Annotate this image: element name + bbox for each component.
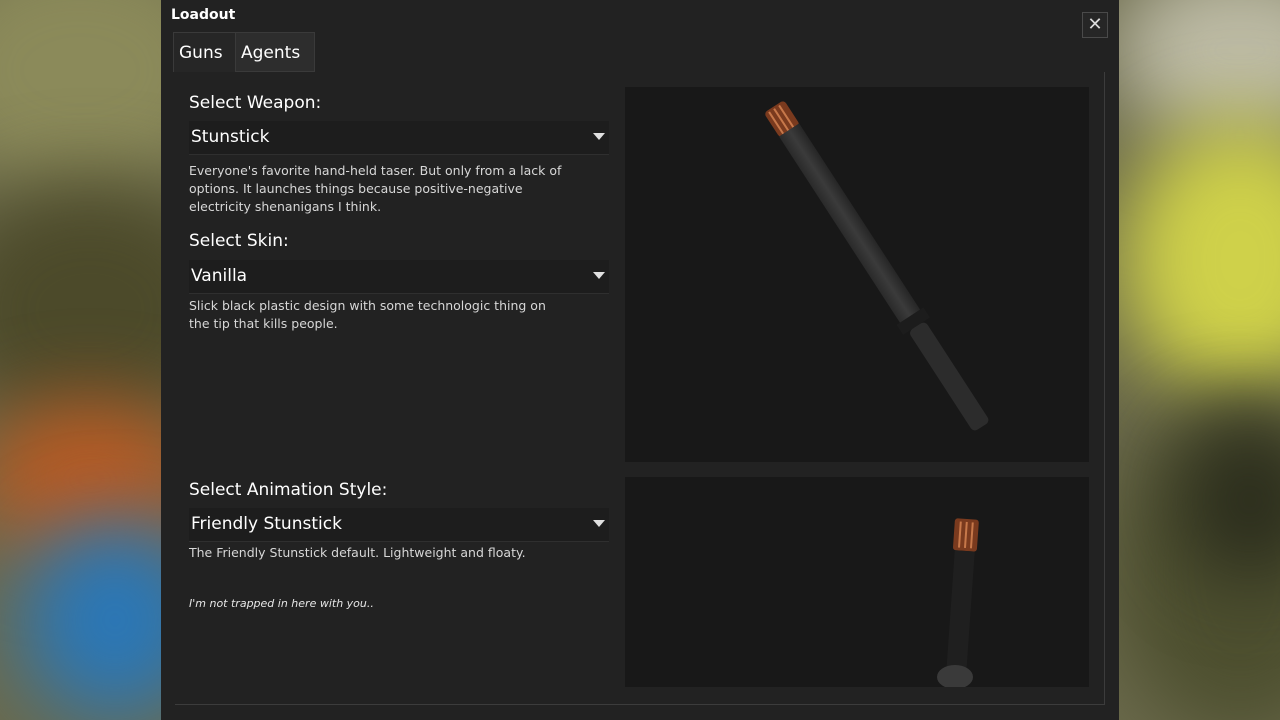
stunstick-model-image bbox=[765, 101, 989, 431]
animation-dropdown[interactable]: Friendly Stunstick bbox=[189, 508, 609, 542]
animation-selected-value: Friendly Stunstick bbox=[191, 514, 342, 534]
weapon-preview bbox=[625, 87, 1089, 462]
animation-description: The Friendly Stunstick default. Lightwei… bbox=[189, 545, 526, 560]
loadout-window: Loadout ✕ Guns Agents Select Weapon: Stu… bbox=[161, 0, 1119, 720]
animation-preview bbox=[625, 477, 1089, 687]
weapon-description: Everyone's favorite hand-held taser. But… bbox=[189, 163, 562, 214]
tab-agents[interactable]: Agents bbox=[236, 32, 315, 72]
animation-label: Select Animation Style: bbox=[189, 480, 388, 500]
weapon-selected-value: Stunstick bbox=[191, 127, 270, 147]
skin-description: Slick black plastic design with some tec… bbox=[189, 298, 546, 331]
window-title: Loadout bbox=[171, 7, 236, 23]
chevron-down-icon bbox=[593, 133, 605, 140]
skin-label: Select Skin: bbox=[189, 231, 289, 251]
flavor-text: I'm not trapped in here with you.. bbox=[189, 597, 374, 610]
close-icon: ✕ bbox=[1087, 14, 1103, 35]
skin-selected-value: Vanilla bbox=[191, 266, 248, 286]
chevron-down-icon bbox=[593, 520, 605, 527]
chevron-down-icon bbox=[593, 272, 605, 279]
skin-dropdown[interactable]: Vanilla bbox=[189, 260, 609, 294]
weapon-label: Select Weapon: bbox=[189, 93, 322, 113]
close-button[interactable]: ✕ bbox=[1082, 12, 1108, 38]
tab-guns[interactable]: Guns bbox=[173, 32, 236, 72]
animation-model-image bbox=[937, 518, 979, 687]
weapon-dropdown[interactable]: Stunstick bbox=[189, 121, 609, 155]
